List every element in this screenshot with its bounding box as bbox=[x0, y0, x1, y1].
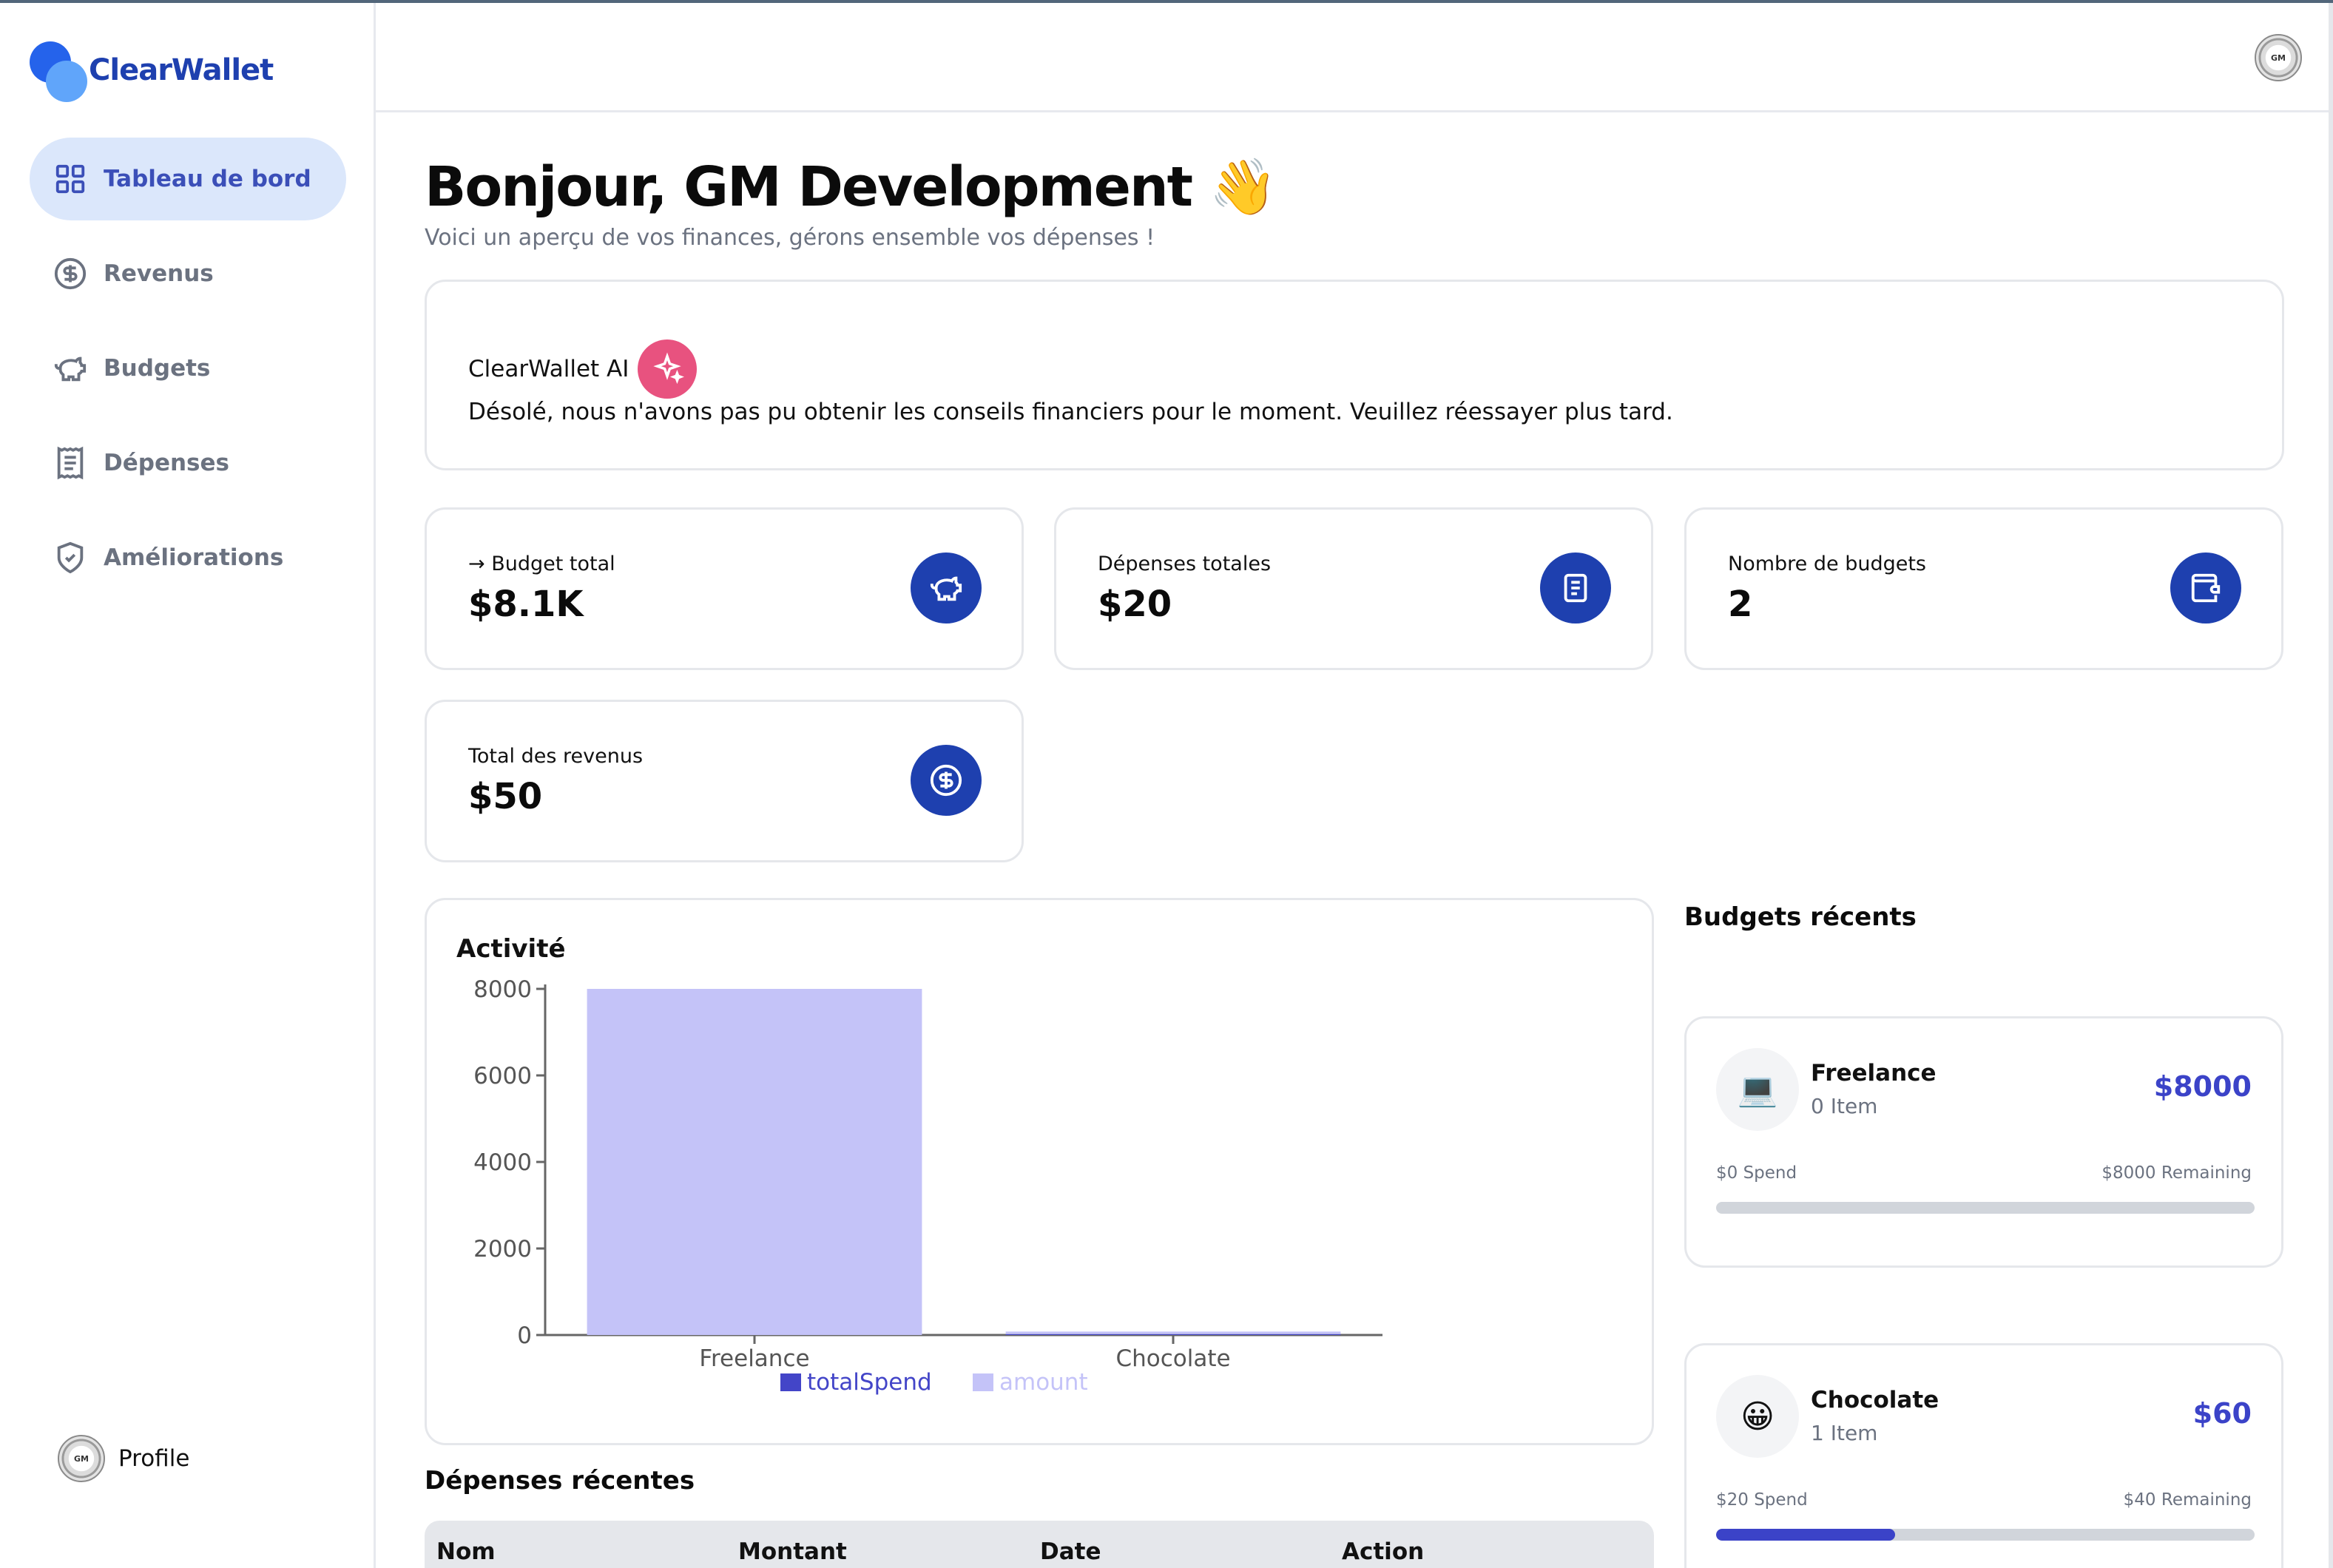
budget-item-count: 1 Item bbox=[1811, 1421, 1878, 1445]
laptop-emoji-icon: 💻 bbox=[1716, 1048, 1799, 1131]
y-tick-label: 8000 bbox=[473, 976, 532, 1003]
column-header-nom: Nom bbox=[436, 1538, 496, 1565]
profile-link[interactable]: GM Profile bbox=[58, 1435, 189, 1482]
budget-item-count: 0 Item bbox=[1811, 1094, 1878, 1118]
ai-card-header: ClearWallet AI bbox=[468, 339, 698, 399]
ai-message: Désolé, nous n'avons pas pu obtenir les … bbox=[468, 399, 1673, 425]
sidebar-item-label: Revenus bbox=[104, 260, 214, 287]
legend-swatch-amount bbox=[973, 1373, 993, 1391]
legend-label-totalSpend: totalSpend bbox=[807, 1369, 932, 1396]
activity-bar-chart: 0 2000 4000 6000 8000 Freelance Chocolate total… bbox=[473, 976, 1382, 1396]
sidebar: ClearWallet Tableau de bord Revenus Budg… bbox=[0, 3, 376, 1568]
top-bar: GM bbox=[376, 3, 2333, 112]
sidebar-item-label: Budgets bbox=[104, 355, 211, 382]
page-title: Bonjour, GM Development 👋 bbox=[425, 155, 1277, 219]
bar-totalSpend-chocolate bbox=[1005, 1334, 1341, 1335]
legend-swatch-totalSpend bbox=[780, 1373, 801, 1391]
y-tick-label: 4000 bbox=[473, 1149, 532, 1176]
sidebar-item-label: Dépenses bbox=[104, 450, 229, 476]
logo-mark-secondary bbox=[46, 61, 87, 102]
column-header-date: Date bbox=[1040, 1538, 1101, 1565]
dollar-circle-icon bbox=[54, 257, 87, 290]
x-tick-label: Freelance bbox=[699, 1345, 809, 1372]
sparkles-icon bbox=[638, 339, 698, 399]
budget-amount: $8000 bbox=[2153, 1070, 2252, 1103]
dollar-circle-icon bbox=[911, 745, 982, 816]
user-avatar-button[interactable]: GM bbox=[2255, 34, 2302, 81]
sidebar-item-depenses[interactable]: Dépenses bbox=[30, 422, 346, 504]
stat-value: $50 bbox=[468, 776, 543, 817]
receipt-icon bbox=[1540, 552, 1611, 624]
budget-remaining: $40 Remaining bbox=[2123, 1490, 2252, 1510]
stat-value: 2 bbox=[1728, 584, 1753, 625]
budget-name: Freelance bbox=[1811, 1060, 1937, 1087]
stat-label: Dépenses totales bbox=[1098, 552, 1272, 575]
budget-spend: $0 Spend bbox=[1716, 1163, 1797, 1183]
app-logo[interactable]: ClearWallet bbox=[30, 38, 340, 105]
grinning-face-emoji-icon: 😀 bbox=[1716, 1375, 1799, 1458]
stat-card-total-des-revenus: Total des revenus $50 bbox=[425, 700, 1024, 862]
bar-amount-freelance bbox=[587, 989, 922, 1335]
budget-card-chocolate[interactable]: 😀 Chocolate 1 Item $60 $20 Spend $40 Rem… bbox=[1684, 1343, 2283, 1568]
recent-expenses-title: Dépenses récentes bbox=[425, 1466, 695, 1496]
avatar: GM bbox=[58, 1435, 105, 1482]
activity-chart-card: Activité 0 2000 4000 6000 8000 Freelance Choco… bbox=[425, 898, 1654, 1445]
ai-advice-card: ClearWallet AI Désolé, nous n'avons pas … bbox=[425, 280, 2284, 470]
piggy-bank-icon bbox=[911, 552, 982, 624]
piggy-bank-icon bbox=[54, 356, 87, 382]
sidebar-item-tableau-de-bord[interactable]: Tableau de bord bbox=[30, 138, 346, 220]
budget-remaining: $8000 Remaining bbox=[2101, 1163, 2252, 1183]
stat-label: → Budget total bbox=[468, 552, 615, 575]
window-edge bbox=[2329, 3, 2333, 1568]
bar-amount-chocolate bbox=[1005, 1331, 1341, 1334]
legend-label-amount: amount bbox=[999, 1369, 1088, 1396]
stat-card-budget-total: → Budget total $8.1K bbox=[425, 507, 1024, 670]
ai-card-title: ClearWallet AI bbox=[468, 356, 629, 382]
budget-card-freelance[interactable]: 💻 Freelance 0 Item $8000 $0 Spend $8000 … bbox=[1684, 1016, 2283, 1268]
recent-budgets-title: Budgets récents bbox=[1684, 902, 1917, 932]
app-name: ClearWallet bbox=[89, 53, 274, 87]
budget-spend: $20 Spend bbox=[1716, 1490, 1808, 1510]
column-header-action: Action bbox=[1342, 1538, 1425, 1565]
x-tick-label: Chocolate bbox=[1115, 1345, 1230, 1372]
budget-progress-fill bbox=[1716, 1529, 1896, 1541]
sidebar-item-revenus[interactable]: Revenus bbox=[30, 232, 346, 315]
profile-label: Profile bbox=[118, 1445, 190, 1472]
y-tick-label: 2000 bbox=[473, 1236, 532, 1263]
expenses-table-header: Nom Montant Date Action bbox=[425, 1521, 1654, 1568]
receipt-icon bbox=[57, 446, 84, 480]
column-header-montant: Montant bbox=[738, 1538, 847, 1565]
stat-label: Total des revenus bbox=[468, 745, 644, 768]
grid-icon bbox=[55, 164, 85, 194]
stat-value: $20 bbox=[1098, 584, 1172, 625]
shield-check-icon bbox=[57, 541, 84, 574]
y-tick-label: 0 bbox=[517, 1322, 532, 1349]
budget-amount: $60 bbox=[2192, 1397, 2252, 1430]
budget-name: Chocolate bbox=[1811, 1387, 1939, 1413]
stat-card-depenses-totales: Dépenses totales $20 bbox=[1054, 507, 1653, 670]
stat-value: $8.1K bbox=[468, 584, 584, 625]
sidebar-item-budgets[interactable]: Budgets bbox=[30, 327, 346, 410]
budget-progress-bar bbox=[1716, 1529, 2255, 1541]
sidebar-item-label: Tableau de bord bbox=[104, 166, 311, 192]
stat-card-nombre-de-budgets: Nombre de budgets 2 bbox=[1684, 507, 2283, 670]
sidebar-item-ameliorations[interactable]: Améliorations bbox=[30, 516, 346, 599]
wallet-icon bbox=[2170, 552, 2241, 624]
sidebar-item-label: Améliorations bbox=[104, 544, 284, 571]
y-tick-label: 6000 bbox=[473, 1063, 532, 1089]
budget-progress-bar bbox=[1716, 1202, 2255, 1214]
page-subtitle: Voici un aperçu de vos finances, gérons … bbox=[425, 225, 1155, 251]
stat-label: Nombre de budgets bbox=[1728, 552, 1926, 575]
avatar-initials: GM bbox=[74, 1453, 89, 1464]
avatar-initials: GM bbox=[2271, 53, 2286, 63]
